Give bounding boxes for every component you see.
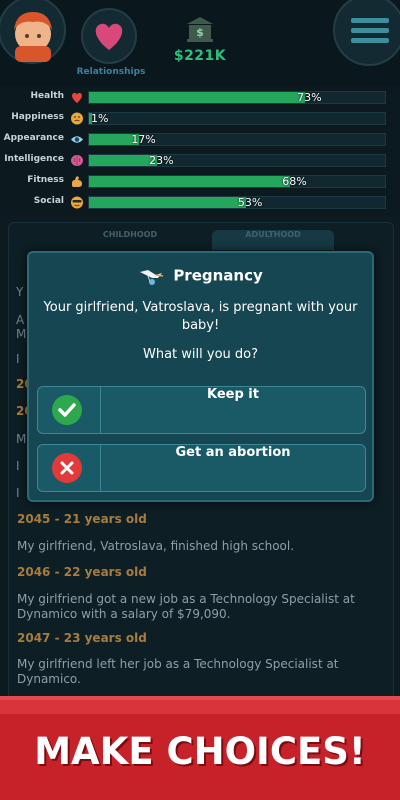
stat-bar: 73% bbox=[88, 91, 386, 104]
stat-label: Happiness bbox=[11, 112, 64, 122]
tab-adulthood[interactable]: ADULTHOOD bbox=[212, 230, 334, 250]
stat-row-health: Health 73% bbox=[0, 88, 400, 106]
log-fragment: I bbox=[16, 352, 20, 366]
stat-bar-fill bbox=[89, 197, 246, 208]
svg-text:$: $ bbox=[196, 26, 204, 39]
stat-value: 17% bbox=[131, 133, 156, 146]
top-bar: Relationships $ $221K bbox=[0, 0, 400, 86]
promo-banner: MAKE CHOICES! bbox=[0, 696, 400, 800]
stat-bar-fill bbox=[89, 155, 158, 166]
stat-row-intelligence: Intelligence 23% bbox=[0, 151, 400, 169]
log-fragment: I bbox=[16, 459, 20, 473]
log-year-heading: 2047 - 23 years old bbox=[17, 631, 147, 645]
stat-label: Intelligence bbox=[4, 154, 64, 164]
stat-value: 73% bbox=[297, 91, 322, 104]
stat-bar: 68% bbox=[88, 175, 386, 188]
stat-bar: 1% bbox=[88, 112, 386, 125]
brain-icon bbox=[71, 155, 83, 166]
get-abortion-label: Get an abortion bbox=[175, 445, 291, 460]
stat-bar: 53% bbox=[88, 196, 386, 209]
log-year-heading: 2046 - 22 years old bbox=[17, 565, 147, 579]
bank-icon: $ bbox=[187, 17, 213, 42]
heart-icon bbox=[95, 23, 123, 50]
stat-row-fitness: Fitness 68% bbox=[0, 172, 400, 190]
keep-it-label: Keep it bbox=[207, 387, 259, 402]
pregnancy-dialog: Pregnancy Your girlfriend, Vatroslava, i… bbox=[27, 251, 374, 502]
stat-label: Social bbox=[33, 196, 64, 206]
banner-highlight bbox=[0, 700, 400, 714]
life-stage-tabs: CHILDHOOD ADULTHOOD bbox=[70, 230, 340, 252]
menu-button[interactable] bbox=[333, 0, 400, 66]
stats-panel: Health 73% Happiness 1% Appearance 17% I… bbox=[0, 86, 400, 216]
avatar-icon bbox=[14, 12, 52, 62]
sunglasses-smiley-icon bbox=[71, 196, 83, 209]
dialog-message: Your girlfriend, Vatroslava, is pregnant… bbox=[43, 300, 358, 333]
relationships-label: Relationships bbox=[76, 67, 146, 77]
dialog-title: Pregnancy bbox=[173, 266, 263, 285]
stat-label: Appearance bbox=[3, 133, 64, 143]
stat-bar-fill bbox=[89, 92, 306, 103]
dialog-header: Pregnancy bbox=[29, 265, 372, 287]
avatar-button[interactable] bbox=[0, 0, 66, 64]
hamburger-menu-icon bbox=[351, 18, 389, 43]
log-fragment: I bbox=[16, 486, 20, 500]
tab-childhood[interactable]: CHILDHOOD bbox=[70, 230, 190, 250]
log-entry-text: My girlfriend got a new job as a Technol… bbox=[17, 592, 355, 621]
smiley-icon bbox=[71, 112, 83, 125]
stat-value: 68% bbox=[282, 175, 307, 188]
heart-icon bbox=[72, 92, 82, 103]
stat-value: 53% bbox=[237, 196, 263, 209]
banner-text: MAKE CHOICES! bbox=[34, 730, 366, 773]
log-fragment: M bbox=[16, 432, 27, 446]
stat-label: Fitness bbox=[27, 175, 64, 185]
x-icon bbox=[52, 453, 82, 483]
get-abortion-button[interactable]: Get an abortion bbox=[37, 444, 366, 492]
stat-row-happiness: Happiness 1% bbox=[0, 109, 400, 127]
stat-label: Health bbox=[30, 91, 64, 101]
log-fragment: A bbox=[16, 313, 25, 327]
keep-it-button[interactable]: Keep it bbox=[37, 386, 366, 434]
checkmark-icon bbox=[52, 395, 82, 425]
stat-bar-fill bbox=[89, 176, 291, 187]
stat-row-social: Social 53% bbox=[0, 193, 400, 211]
log-fragment: Y bbox=[16, 285, 24, 299]
stat-bar: 17% bbox=[88, 133, 386, 146]
stat-bar: 23% bbox=[88, 154, 386, 167]
log-entry-text: My girlfriend, Vatroslava, finished high… bbox=[17, 539, 295, 553]
log-fragment: M bbox=[16, 327, 27, 341]
eye-icon bbox=[71, 136, 83, 143]
stat-row-appearance: Appearance 17% bbox=[0, 130, 400, 148]
stork-icon bbox=[140, 269, 164, 285]
flexed-arm-icon bbox=[72, 176, 82, 187]
stat-value: 23% bbox=[149, 154, 174, 167]
money-balance: $221K bbox=[173, 48, 227, 64]
dialog-question: What will you do? bbox=[142, 347, 258, 362]
log-year-heading: 2045 - 21 years old bbox=[17, 512, 147, 526]
log-entry-text: My girlfriend left her job as a Technolo… bbox=[17, 657, 339, 686]
stat-value: 1% bbox=[91, 112, 109, 125]
relationships-button[interactable] bbox=[81, 8, 137, 64]
